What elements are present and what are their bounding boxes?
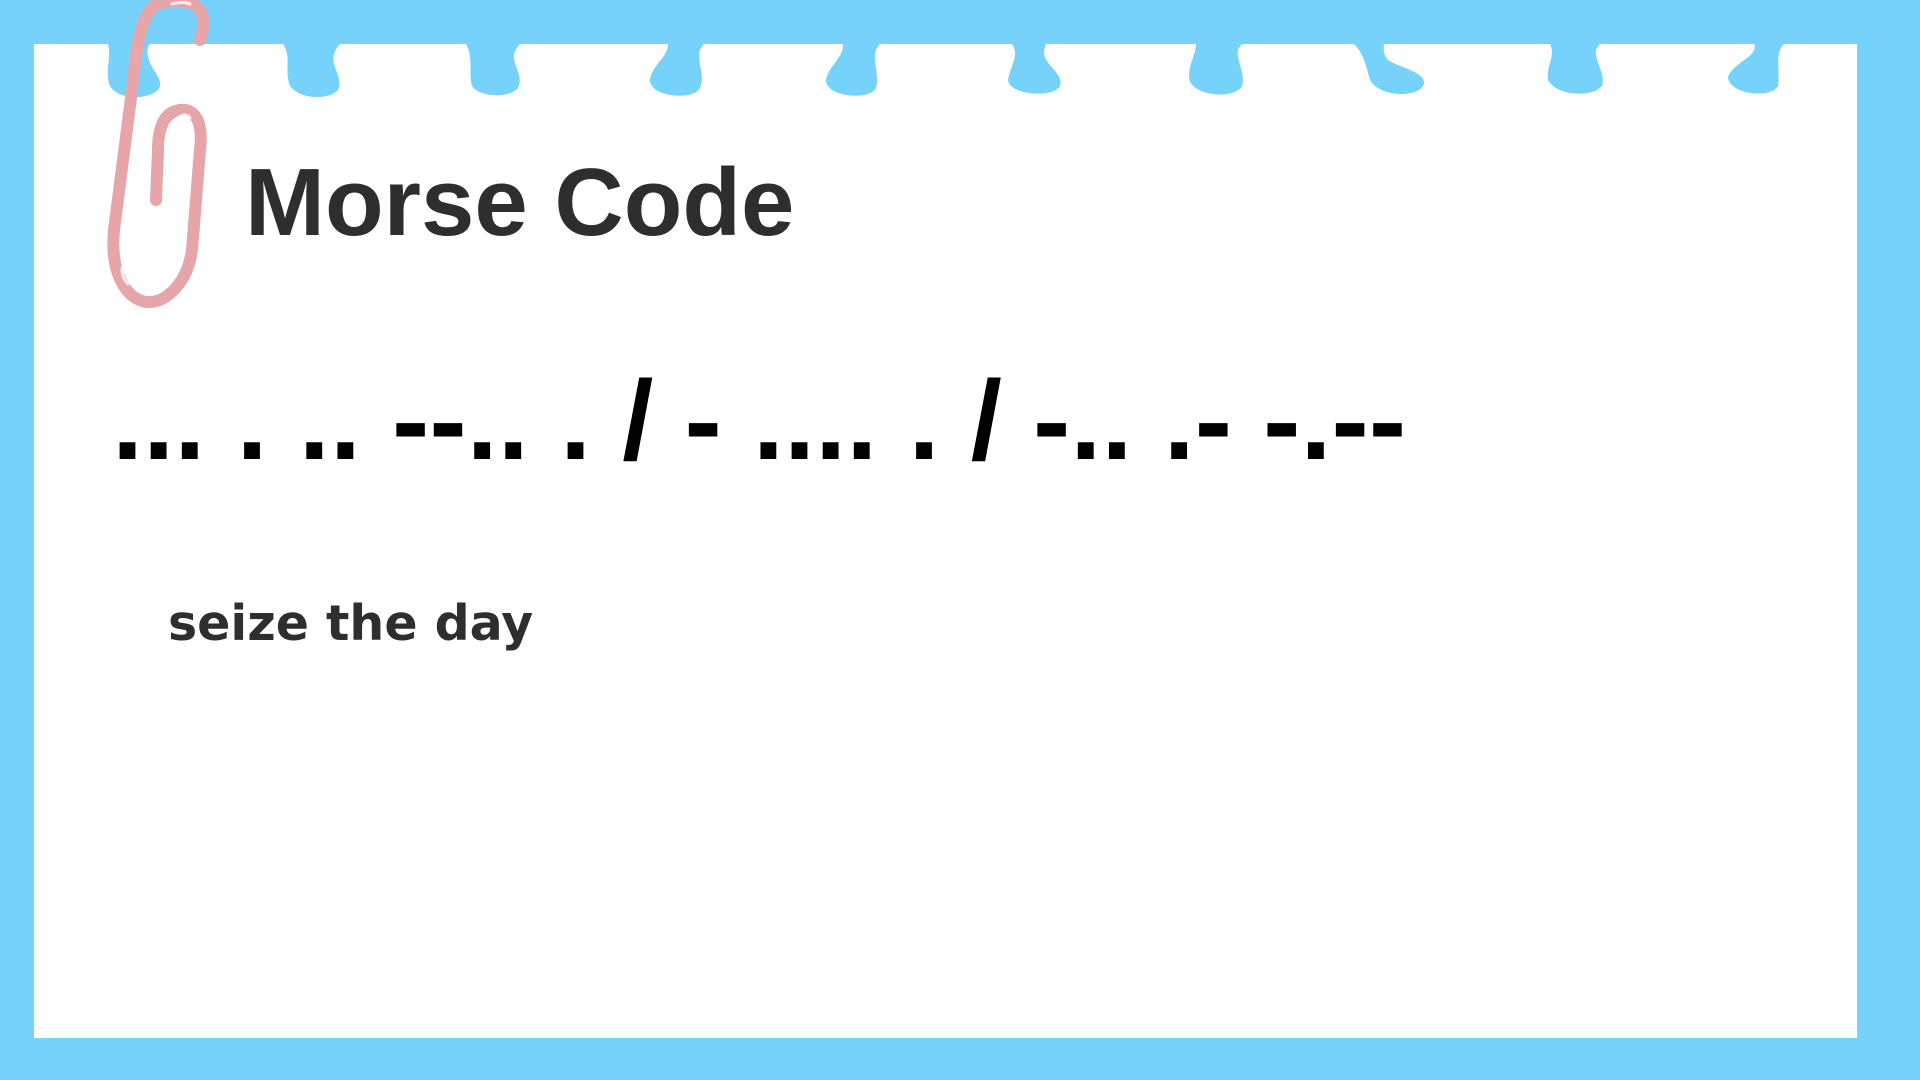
translation-text: seize the day xyxy=(168,595,534,652)
page-title: Morse Code xyxy=(245,149,795,256)
paperclip-icon xyxy=(107,0,210,309)
morse-code-text: ... . .. --.. . / - .... . / -.. .- -.-- xyxy=(112,358,1407,483)
slide: Morse Code ... . .. --.. . / - .... . / … xyxy=(0,0,1920,1080)
